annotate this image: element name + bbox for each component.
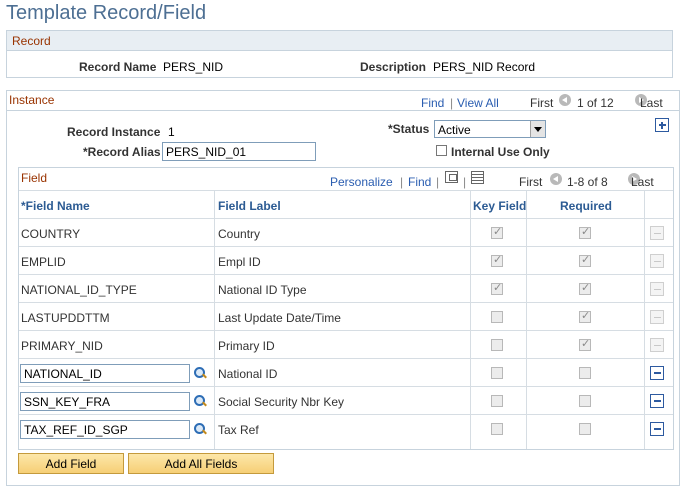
field-label-text: Empl ID	[218, 255, 261, 269]
table-row: COUNTRY Country	[19, 219, 673, 247]
chevron-down-icon[interactable]	[530, 121, 545, 137]
instance-find-link[interactable]: Find	[421, 96, 444, 110]
nav-separator: |	[400, 175, 404, 189]
delete-row-minus-icon[interactable]	[650, 422, 664, 436]
table-row: National ID	[19, 359, 673, 387]
field-label-text: Country	[218, 227, 261, 241]
required-checkbox	[579, 253, 591, 267]
field-name-text: COUNTRY	[21, 227, 81, 241]
record-instance-label: Record Instance	[67, 125, 161, 139]
record-alias-label: *Record Alias	[83, 145, 161, 159]
field-name-input[interactable]	[20, 364, 190, 383]
delete-row-minus-icon	[650, 254, 664, 268]
status-label: *Status	[388, 122, 430, 136]
table-row: EMPLID Empl ID	[19, 247, 673, 275]
field-label-text: Social Security Nbr Key	[218, 395, 345, 409]
status-select-value: Active	[438, 123, 471, 137]
field-label-text: National ID	[218, 367, 278, 381]
instance-view-all-link[interactable]: View All	[457, 96, 499, 110]
table-row: Tax Ref	[19, 415, 673, 443]
field-grid-rows: COUNTRY Country EMPLID Empl ID NATIONAL_ID_T…	[19, 219, 673, 449]
key-field-checkbox	[491, 367, 503, 379]
required-checkbox	[579, 395, 591, 407]
key-field-checkbox	[491, 311, 503, 323]
internal-use-checkbox[interactable]	[436, 145, 447, 156]
key-field-checkbox	[491, 281, 503, 295]
required-checkbox	[579, 309, 591, 323]
nav-separator: |	[450, 96, 454, 110]
field-name-input[interactable]	[20, 420, 190, 439]
required-checkbox	[579, 367, 591, 379]
required-checkbox	[579, 225, 591, 239]
nav-separator: |	[463, 175, 467, 189]
nav-separator: |	[436, 175, 440, 189]
field-label-text: Primary ID	[218, 339, 275, 353]
status-select[interactable]: Active	[434, 120, 546, 138]
download-grid-icon[interactable]	[471, 171, 484, 184]
lookup-icon[interactable]	[193, 366, 207, 380]
field-name-text: PRIMARY_NID	[21, 339, 103, 353]
instance-range-text: 1 of 12	[577, 96, 614, 110]
key-field-checkbox	[491, 339, 503, 351]
record-name-value: PERS_NID	[163, 60, 224, 74]
field-name-text: NATIONAL_ID_TYPE	[21, 283, 137, 297]
table-row: PRIMARY_NID Primary ID	[19, 331, 673, 359]
add-instance-plus-icon[interactable]	[655, 118, 669, 132]
delete-row-minus-icon[interactable]	[650, 366, 664, 380]
record-instance-value: 1	[168, 125, 175, 139]
column-header-field-label[interactable]: Field Label	[218, 199, 281, 213]
instance-section: Instance Find | View All First 1 of 12 L…	[6, 90, 680, 486]
field-name-text: EMPLID	[21, 255, 66, 269]
required-checkbox	[579, 337, 591, 351]
field-first-label[interactable]: First	[519, 175, 542, 189]
instance-prev-icon[interactable]	[559, 94, 571, 106]
field-range-text: 1-8 of 8	[567, 175, 608, 189]
record-section: Record Record Name PERS_NID Description …	[6, 30, 673, 78]
column-header-required[interactable]: Required	[560, 199, 612, 213]
table-row: Social Security Nbr Key	[19, 387, 673, 415]
instance-last-label[interactable]: Last	[640, 96, 663, 110]
field-last-label[interactable]: Last	[631, 175, 654, 189]
add-all-fields-button[interactable]: Add All Fields	[128, 453, 274, 474]
page-title: Template Record/Field	[6, 2, 207, 24]
field-name-text: LASTUPDDTTM	[21, 311, 110, 325]
required-checkbox	[579, 423, 591, 435]
zoom-icon[interactable]	[445, 171, 458, 183]
column-header-key-field[interactable]: Key Field	[473, 199, 526, 213]
column-header-field-name[interactable]: *Field Name	[21, 199, 90, 213]
delete-row-minus-icon	[650, 226, 664, 240]
record-section-header: Record	[7, 31, 672, 51]
record-name-label: Record Name	[79, 60, 157, 74]
field-grid-title: Field	[21, 171, 48, 185]
record-alias-input[interactable]	[162, 142, 316, 161]
internal-use-label: Internal Use Only	[451, 145, 550, 159]
field-name-input[interactable]	[20, 392, 190, 411]
description-value: PERS_NID Record	[433, 60, 536, 74]
field-grid: Field Personalize | Find | | First 1-8 o…	[18, 167, 674, 450]
lookup-icon[interactable]	[193, 422, 207, 436]
lookup-icon[interactable]	[193, 394, 207, 408]
personalize-link[interactable]: Personalize	[330, 175, 393, 189]
field-prev-icon[interactable]	[550, 173, 562, 185]
instance-header-label: Instance	[9, 93, 55, 107]
delete-row-minus-icon[interactable]	[650, 394, 664, 408]
key-field-checkbox	[491, 423, 503, 435]
description-label: Description	[360, 60, 427, 74]
field-label-text: National ID Type	[218, 283, 307, 297]
table-row: LASTUPDDTTM Last Update Date/Time	[19, 303, 673, 331]
delete-row-minus-icon	[650, 310, 664, 324]
field-label-text: Tax Ref	[218, 423, 259, 437]
delete-row-minus-icon	[650, 282, 664, 296]
field-find-link[interactable]: Find	[408, 175, 431, 189]
key-field-checkbox	[491, 395, 503, 407]
field-label-text: Last Update Date/Time	[218, 311, 341, 325]
key-field-checkbox	[491, 225, 503, 239]
required-checkbox	[579, 281, 591, 295]
delete-row-minus-icon	[650, 338, 664, 352]
add-field-button[interactable]: Add Field	[18, 453, 124, 474]
key-field-checkbox	[491, 253, 503, 267]
instance-first-label[interactable]: First	[530, 96, 553, 110]
grid-divider	[19, 190, 673, 191]
table-row: NATIONAL_ID_TYPE National ID Type	[19, 275, 673, 303]
